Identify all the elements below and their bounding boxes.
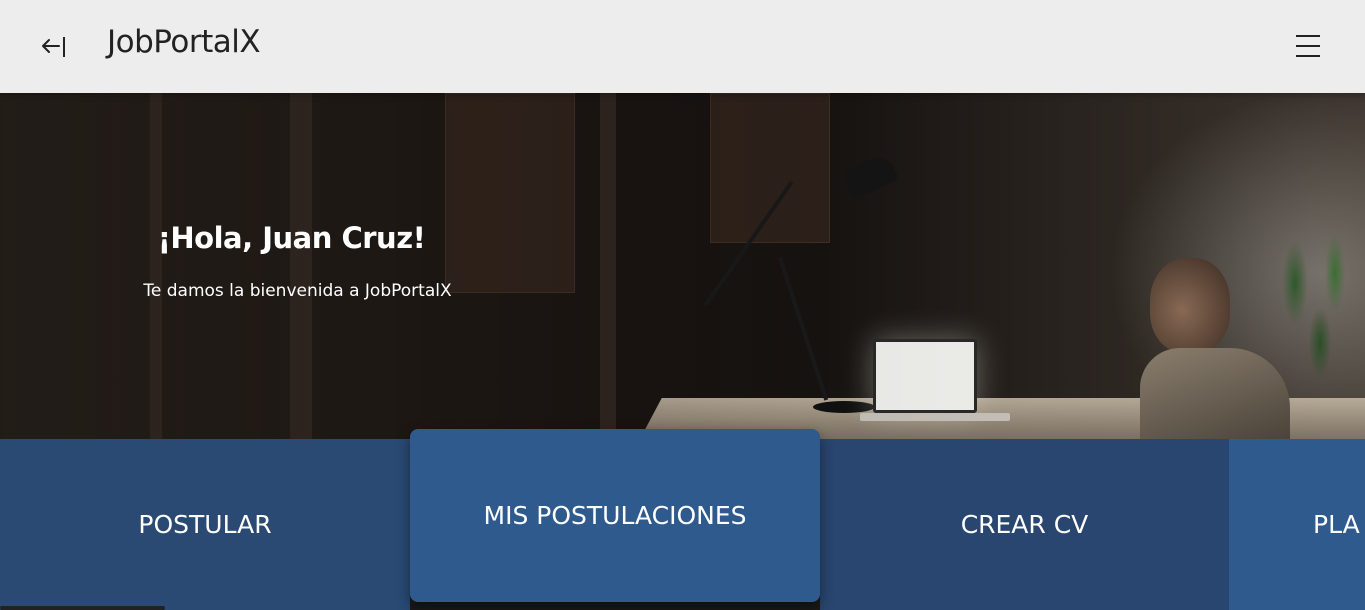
postular-label: POSTULAR [138,510,272,539]
menu-button[interactable] [1292,32,1324,60]
planes-label: PLA [1313,510,1360,539]
hamburger-menu-icon [1296,35,1320,57]
tile-shadow [410,602,820,610]
top-bar: JobPortalX [0,0,1365,93]
crear-cv-label: CREAR CV [960,510,1089,539]
hero-banner: ¡Hola, Juan Cruz! Te damos la bienvenida… [0,93,1365,439]
planes-tile[interactable]: PLA [1229,439,1365,610]
mis-postulaciones-label: MIS POSTULACIONES [483,501,747,530]
horizontal-scrollbar[interactable] [0,606,165,610]
mis-postulaciones-tile[interactable]: MIS POSTULACIONES [410,429,820,602]
crear-cv-tile[interactable]: CREAR CV [820,439,1229,610]
hero-overlay [0,93,1365,439]
brand-title[interactable]: JobPortalX [107,24,261,60]
greeting-heading: ¡Hola, Juan Cruz! [157,221,426,255]
back-button[interactable] [38,30,70,62]
welcome-text: Te damos la bienvenida a JobPortalX [143,281,452,301]
back-arrow-icon [42,37,65,57]
postular-tile[interactable]: POSTULAR [0,439,410,610]
action-tiles: POSTULAR MIS POSTULACIONES CREAR CV PLA [0,429,1365,610]
